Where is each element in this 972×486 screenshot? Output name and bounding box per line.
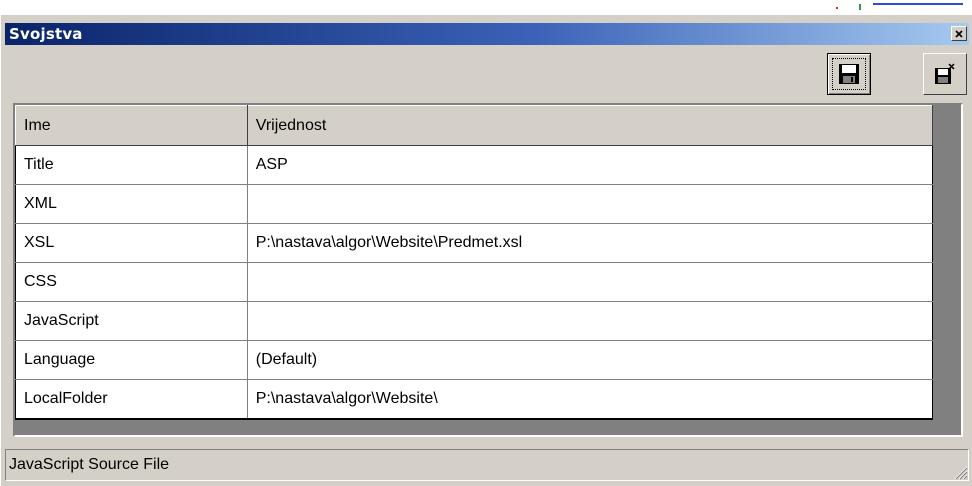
close-button[interactable] (951, 26, 967, 41)
table-row[interactable]: JavaScript (15, 301, 934, 341)
status-text: JavaScript Source File (9, 456, 170, 473)
close-icon (955, 29, 963, 38)
property-name[interactable]: LocalFolder (15, 379, 248, 420)
column-header-value[interactable]: Vrijednost (246, 105, 934, 146)
property-value[interactable] (247, 184, 934, 224)
status-bar: JavaScript Source File (5, 449, 969, 481)
save-button[interactable] (827, 53, 871, 95)
title-bar[interactable]: Svojstva (5, 23, 969, 45)
window-title: Svojstva (9, 25, 83, 43)
property-name[interactable]: XML (15, 184, 248, 224)
property-name[interactable]: Title (15, 145, 248, 185)
resize-grip-icon[interactable] (952, 464, 968, 480)
property-value[interactable]: ASP (247, 145, 934, 185)
property-name[interactable]: XSL (15, 223, 248, 263)
property-value[interactable]: P:\nastava\algor\Website\Predmet.xsl (247, 223, 934, 263)
table-row[interactable]: XML (15, 184, 934, 224)
table-row[interactable]: Language (Default) (15, 340, 934, 380)
table-row[interactable]: CSS (15, 262, 934, 302)
property-name[interactable]: Language (15, 340, 248, 380)
column-header-name[interactable]: Ime (15, 105, 248, 146)
table-row[interactable]: XSL P:\nastava\algor\Website\Predmet.xsl (15, 223, 934, 263)
property-value[interactable] (247, 262, 934, 302)
floppy-close-icon (935, 63, 955, 84)
property-name[interactable]: JavaScript (15, 301, 248, 341)
table-row[interactable]: Title ASP (15, 145, 934, 185)
properties-window: Svojstva Ime Vrijednost Title ASP XML XS… (0, 0, 972, 486)
property-value[interactable]: (Default) (247, 340, 934, 380)
property-value[interactable]: P:\nastava\algor\Website\ (247, 379, 934, 420)
properties-table: Ime Vrijednost Title ASP XML XSL P:\nast… (15, 105, 934, 420)
close-file-button[interactable] (923, 53, 967, 95)
property-value[interactable] (247, 301, 934, 341)
property-name[interactable]: CSS (15, 262, 248, 302)
background-strip (1, 1, 972, 15)
properties-grid: Ime Vrijednost Title ASP XML XSL P:\nast… (13, 103, 963, 437)
table-row[interactable]: LocalFolder P:\nastava\algor\Website\ (15, 379, 934, 420)
